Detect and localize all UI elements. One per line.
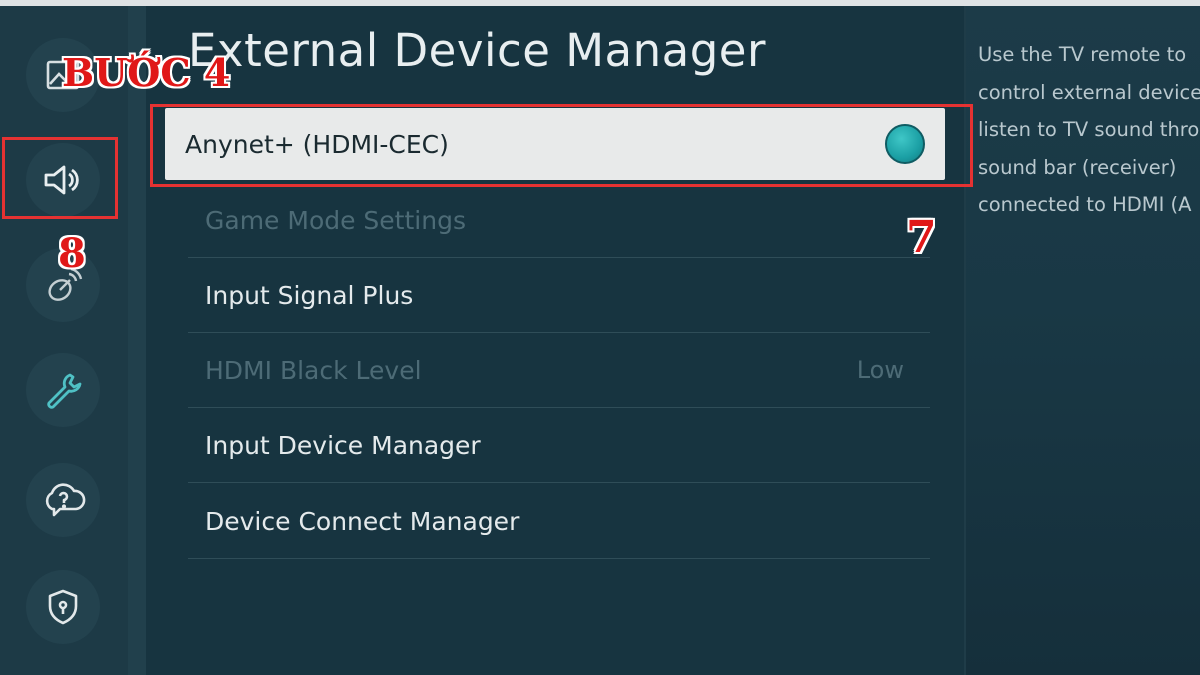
description-line: connected to HDMI (A xyxy=(978,193,1192,216)
privacy-shield-icon[interactable] xyxy=(26,570,100,644)
wrench-icon[interactable] xyxy=(26,353,100,427)
menu-item-label: Input Signal Plus xyxy=(205,280,414,310)
annotation-box-sound xyxy=(2,137,118,219)
menu-item-label: HDMI Black Level xyxy=(205,355,422,385)
annotation-step-7: 7 xyxy=(906,212,937,263)
menu-item-game-mode-settings[interactable]: Game Mode Settings xyxy=(188,183,930,258)
menu-item-value: Low xyxy=(856,356,904,384)
menu-item-label: Game Mode Settings xyxy=(205,205,466,235)
menu-item-device-connect-manager[interactable]: Device Connect Manager xyxy=(188,484,930,559)
description-line: listen to TV sound thro xyxy=(978,118,1200,141)
menu-item-input-signal-plus[interactable]: Input Signal Plus xyxy=(188,258,930,333)
page-title: External Device Manager xyxy=(188,24,766,77)
rail-edge xyxy=(128,6,146,675)
menu-item-hdmi-black-level[interactable]: HDMI Black Level Low xyxy=(188,333,930,408)
help-description: Use the TV remote to control external de… xyxy=(978,36,1200,224)
description-line: Use the TV remote to xyxy=(978,43,1187,66)
annotation-step-4: BƯỚC 4 xyxy=(62,50,231,95)
description-line: sound bar (receiver) xyxy=(978,155,1177,179)
support-icon[interactable] xyxy=(26,463,100,537)
annotation-box-anynet xyxy=(150,104,973,187)
menu-item-label: Input Device Manager xyxy=(205,430,481,460)
description-line: control external device xyxy=(978,80,1200,104)
annotation-step-8: 8 xyxy=(58,230,86,277)
menu-item-input-device-manager[interactable]: Input Device Manager xyxy=(188,408,930,483)
menu-item-label: Device Connect Manager xyxy=(205,506,520,536)
